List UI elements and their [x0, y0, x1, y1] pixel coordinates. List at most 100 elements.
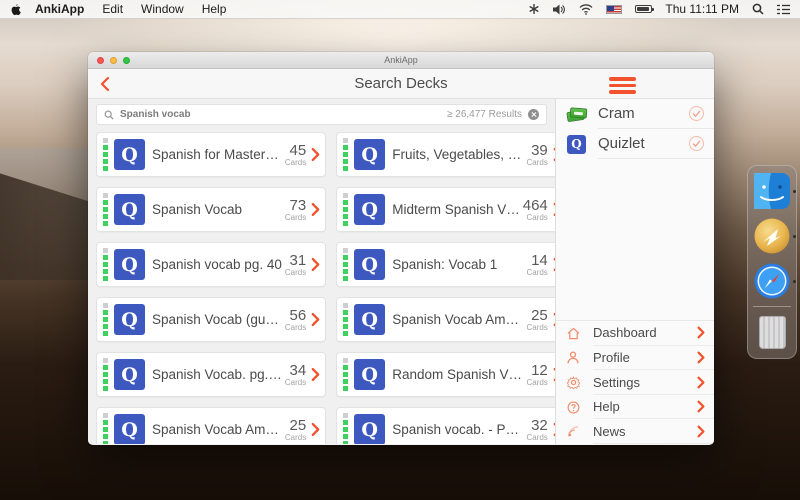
deck-progress-indicator	[103, 303, 108, 336]
clear-search-icon[interactable]	[528, 109, 539, 120]
deck-title: Midterm Spanish V…	[392, 202, 520, 217]
quizlet-q-icon: Q	[354, 304, 385, 335]
notification-center-icon[interactable]	[777, 4, 790, 15]
nav-item-dashboard[interactable]: Dashboard	[556, 321, 714, 346]
sidebar: Cram Q Quizlet Dashboard Profile Setti	[555, 99, 714, 444]
quizlet-q-icon: Q	[114, 139, 145, 170]
rss-icon	[567, 425, 585, 438]
volume-icon[interactable]	[553, 4, 566, 15]
zoom-button[interactable]	[123, 57, 130, 64]
quizlet-q-icon: Q	[114, 194, 145, 225]
deck-progress-indicator	[103, 358, 108, 391]
source-quizlet[interactable]: Q Quizlet	[556, 129, 714, 159]
deck-title: Fruits, Vegetables, …	[392, 147, 523, 162]
menu-window[interactable]: Window	[132, 2, 193, 16]
checked-icon[interactable]	[689, 106, 704, 121]
checked-icon[interactable]	[689, 136, 704, 151]
deck-progress-indicator	[343, 413, 348, 444]
menu-bar-status: Thu 11:11 PM	[528, 2, 800, 16]
dock-icon-safari[interactable]	[752, 261, 792, 301]
dock-icon-trash[interactable]	[752, 312, 792, 352]
deck-title: Spanish Vocab Am…	[152, 422, 282, 437]
running-indicator	[793, 235, 796, 238]
source-label: Cram	[598, 105, 689, 122]
minimize-button[interactable]	[110, 57, 117, 64]
deck-count: 12Cards	[526, 363, 547, 387]
deck-title: Spanish: Vocab 1	[392, 257, 523, 272]
us-flag-icon[interactable]	[606, 5, 622, 14]
nav-label: Settings	[593, 375, 697, 390]
deck-progress-indicator	[103, 413, 108, 444]
menu-bar-menus: AnkiAppEditWindowHelp	[35, 2, 235, 16]
source-cram[interactable]: Cram	[556, 99, 714, 129]
deck-count: 25Cards	[526, 308, 547, 332]
deck-title: Spanish Vocab	[152, 202, 282, 217]
back-button[interactable]	[100, 76, 110, 97]
window-title-bar[interactable]: AnkiApp	[88, 52, 714, 69]
nav-item-settings[interactable]: Settings	[556, 370, 714, 395]
deck-card[interactable]: Q Spanish vocab pg. 40 31Cards	[96, 242, 326, 287]
dock-icon-finder[interactable]	[752, 171, 792, 211]
dock-icon-ankiapp[interactable]	[752, 216, 792, 256]
wifi-icon[interactable]	[579, 4, 593, 15]
menu-bar-clock[interactable]: Thu 11:11 PM	[665, 2, 739, 16]
deck-card[interactable]: Q Fruits, Vegetables, … 39Cards	[336, 132, 555, 177]
deck-count: 32Cards	[526, 418, 547, 442]
nav-item-profile[interactable]: Profile	[556, 346, 714, 371]
deck-card[interactable]: Q Spanish: Vocab 1 14Cards	[336, 242, 555, 287]
deck-card[interactable]: Q Spanish Vocab 73Cards	[96, 187, 326, 232]
deck-progress-indicator	[103, 138, 108, 171]
chevron-right-icon	[311, 257, 320, 272]
person-icon	[567, 351, 585, 364]
fan-icon[interactable]	[528, 3, 540, 15]
page-title: Search Decks	[354, 75, 447, 92]
chevron-right-icon	[697, 326, 705, 339]
deck-card[interactable]: Q Spanish Vocab (gu… 56Cards	[96, 297, 326, 342]
deck-count: 34Cards	[285, 363, 306, 387]
chevron-right-icon	[311, 367, 320, 382]
quizlet-q-icon: Q	[354, 414, 385, 444]
menu-bar: AnkiAppEditWindowHelp Thu 11:11 PM	[0, 0, 800, 19]
window-content: ≥ 26,477 Results Q Spanish for Master… 4…	[88, 99, 714, 444]
nav-item-help[interactable]: Help	[556, 395, 714, 420]
running-indicator	[793, 280, 796, 283]
hamburger-menu-button[interactable]	[609, 77, 636, 94]
menu-ankiapp[interactable]: AnkiApp	[35, 2, 93, 16]
deck-grid: Q Spanish for Master… 45Cards Q Fruits, …	[96, 132, 547, 444]
close-button[interactable]	[97, 57, 104, 64]
deck-card[interactable]: Q Spanish Vocab Am… 25Cards	[336, 297, 555, 342]
quizlet-q-icon: Q	[354, 359, 385, 390]
deck-title: Spanish Vocab. pg.…	[152, 367, 282, 382]
chevron-right-icon	[697, 425, 705, 438]
nav-item-news[interactable]: News	[556, 419, 714, 444]
deck-title: Spanish Vocab (gu…	[152, 312, 282, 327]
battery-icon[interactable]	[635, 5, 652, 13]
deck-card[interactable]: Q Spanish Vocab. pg.… 34Cards	[96, 352, 326, 397]
quizlet-q-icon: Q	[114, 359, 145, 390]
deck-title: Spanish vocab pg. 40	[152, 257, 282, 272]
deck-card[interactable]: Q Spanish Vocab Am… 25Cards	[96, 407, 326, 444]
menu-edit[interactable]: Edit	[93, 2, 132, 16]
spotlight-icon[interactable]	[752, 3, 764, 15]
source-label: Quizlet	[598, 135, 689, 152]
chevron-right-icon	[697, 376, 705, 389]
ankiapp-window: AnkiApp Search Decks ≥ 26,477 Results Q …	[88, 52, 714, 445]
deck-card[interactable]: Q Spanish vocab. - P… 32Cards	[336, 407, 555, 444]
deck-count: 14Cards	[526, 253, 547, 277]
deck-count: 25Cards	[285, 418, 306, 442]
deck-card[interactable]: Q Midterm Spanish V… 464Cards	[336, 187, 555, 232]
flag-canton	[607, 6, 614, 11]
deck-count: 39Cards	[526, 143, 547, 167]
quizlet-q-icon: Q	[114, 304, 145, 335]
home-icon	[567, 327, 585, 340]
deck-card[interactable]: Q Random Spanish V… 12Cards	[336, 352, 555, 397]
deck-title: Spanish Vocab Am…	[392, 312, 523, 327]
apple-menu-icon[interactable]	[10, 3, 21, 16]
deck-card[interactable]: Q Spanish for Master… 45Cards	[96, 132, 326, 177]
menu-help[interactable]: Help	[193, 2, 236, 16]
deck-results-panel: ≥ 26,477 Results Q Spanish for Master… 4…	[88, 99, 555, 444]
deck-count: 56Cards	[285, 308, 306, 332]
chevron-right-icon	[311, 202, 320, 217]
deck-progress-indicator	[103, 248, 108, 281]
search-input[interactable]	[120, 109, 447, 120]
